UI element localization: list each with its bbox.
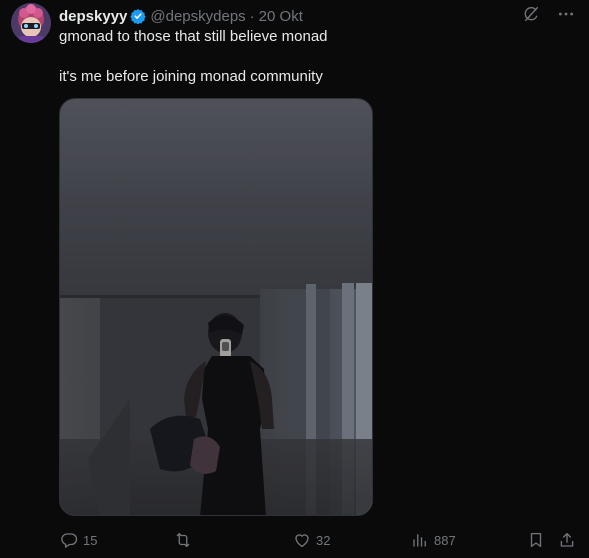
post-photo[interactable] (59, 98, 373, 516)
author-handle[interactable]: @depskydeps (150, 8, 245, 25)
bookmark-button[interactable] (527, 528, 545, 552)
mirror-selfie-image (60, 99, 372, 515)
separator-dot: · (249, 7, 255, 25)
bookmark-icon (530, 532, 542, 548)
share-icon (560, 532, 574, 547)
heart-icon (295, 534, 309, 548)
like-button[interactable]: 32 (293, 528, 330, 552)
views-icon (413, 534, 426, 547)
tweet[interactable]: depskyyy @depskydeps · 20 Okt gmonad to … (0, 0, 589, 558)
grok-icon[interactable] (522, 5, 540, 23)
author-name[interactable]: depskyyy (59, 8, 127, 25)
reply-icon (61, 533, 78, 548)
post-date[interactable]: 20 Okt (259, 8, 303, 25)
post-text-line: gmonad to those that still believe monad (59, 28, 328, 45)
avatar[interactable] (11, 3, 51, 43)
header-actions (522, 5, 575, 23)
reply-button[interactable]: 15 (60, 528, 97, 552)
reply-count: 15 (83, 532, 98, 548)
action-bar: 15 32 887 (0, 528, 589, 552)
post-text-line: it's me before joining monad community (59, 68, 323, 85)
view-count: 887 (434, 532, 456, 548)
verified-badge-icon (130, 9, 147, 24)
repost-button[interactable] (174, 528, 197, 552)
more-icon[interactable] (557, 5, 575, 23)
views-button[interactable]: 887 (411, 528, 456, 552)
post-header: depskyyy @depskydeps · 20 Okt (59, 6, 303, 26)
like-count: 32 (316, 532, 331, 548)
repost-icon (176, 532, 190, 548)
share-button[interactable] (558, 528, 576, 552)
avatar-image (11, 3, 51, 43)
